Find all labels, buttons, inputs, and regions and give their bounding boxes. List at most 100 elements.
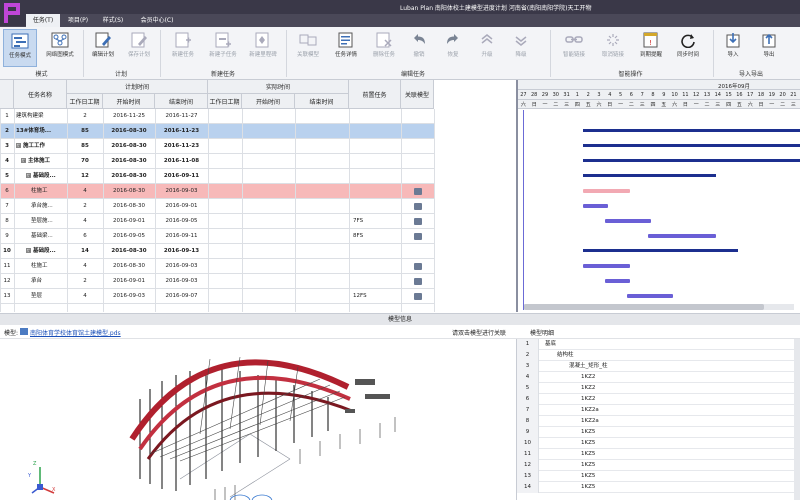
detail-scrollbar[interactable] xyxy=(794,339,800,500)
predecessor[interactable] xyxy=(353,244,399,259)
plan-duration[interactable]: 4 xyxy=(67,184,103,199)
task-name-cell[interactable]: 13#体育场... xyxy=(16,124,67,139)
plan-start[interactable]: 2016-09-01 xyxy=(103,214,155,229)
task-bar[interactable] xyxy=(583,189,630,193)
predecessor[interactable] xyxy=(353,259,399,274)
linked-model-icon[interactable] xyxy=(414,233,422,240)
linked-model-icon[interactable] xyxy=(414,263,422,270)
detail-row[interactable]: 1 基底 xyxy=(517,339,800,350)
due-reminder-button[interactable]: ! 到期提醒 xyxy=(633,29,669,67)
summary-bar[interactable] xyxy=(583,129,800,132)
link-model-button[interactable]: 关联模型 xyxy=(289,29,327,67)
edit-plan-button[interactable]: 编辑计划 xyxy=(86,29,120,67)
detail-row[interactable]: 9 1KZ5 xyxy=(517,427,800,438)
header-plan-start[interactable]: 开始时间 xyxy=(103,94,155,109)
detail-row[interactable]: 6 1KZ2 xyxy=(517,394,800,405)
predecessor[interactable] xyxy=(353,139,399,154)
header-plan-duration[interactable]: 工作日工期 xyxy=(67,94,103,109)
task-name-cell[interactable]: 建筑构建梁 xyxy=(16,109,67,124)
header-actual-end[interactable]: 结束时间 xyxy=(295,94,349,109)
collapse-toggle-icon[interactable]: ⊟ xyxy=(21,158,26,163)
predecessor[interactable] xyxy=(353,109,399,124)
luban-logo[interactable] xyxy=(0,0,26,26)
header-actual-duration[interactable]: 工作日工期 xyxy=(208,94,242,109)
plan-start[interactable]: 2016-08-30 xyxy=(103,199,155,214)
plan-start[interactable]: 2016-09-03 xyxy=(103,289,155,304)
plan-duration[interactable]: 85 xyxy=(67,139,103,154)
summary-bar[interactable] xyxy=(583,249,738,252)
unlink-button[interactable]: 取消链接 xyxy=(594,29,632,67)
plan-duration[interactable]: 85 xyxy=(67,124,103,139)
plan-end[interactable]: 2016-11-23 xyxy=(155,124,208,139)
detail-row[interactable]: 2 结构柱 xyxy=(517,350,800,361)
menu-tab-task[interactable]: 任务(T) xyxy=(26,14,60,27)
linked-model-icon[interactable] xyxy=(414,203,422,210)
predecessor[interactable] xyxy=(353,274,399,289)
gantt-scroll-thumb[interactable] xyxy=(524,304,764,310)
plan-end[interactable]: 2016-11-08 xyxy=(155,154,208,169)
header-predecessor[interactable]: 前置任务 xyxy=(349,80,401,109)
task-name-cell[interactable]: ⊟ 基础段... xyxy=(26,169,67,184)
export-button[interactable]: 导出 xyxy=(752,29,786,67)
task-row[interactable]: 5 ⊟ 基础段... 12 2016-08-30 2016-09-11 xyxy=(0,169,434,184)
detail-row[interactable]: 11 1KZ5 xyxy=(517,449,800,460)
task-row[interactable]: 11 柱施工 4 2016-08-30 2016-09-03 xyxy=(0,259,434,274)
plan-start[interactable]: 2016-08-30 xyxy=(103,139,155,154)
task-detail-button[interactable]: 任务详情 xyxy=(327,29,365,67)
linked-model-icon[interactable] xyxy=(414,278,422,285)
plan-end[interactable]: 2016-09-11 xyxy=(155,229,208,244)
plan-duration[interactable]: 14 xyxy=(67,244,103,259)
plan-end[interactable]: 2016-09-01 xyxy=(155,199,208,214)
plan-start[interactable]: 2016-08-30 xyxy=(103,154,155,169)
predecessor[interactable] xyxy=(353,199,399,214)
plan-end[interactable]: 2016-09-07 xyxy=(155,289,208,304)
gantt-scrollbar[interactable] xyxy=(524,304,794,310)
plan-start[interactable]: 2016-08-30 xyxy=(103,184,155,199)
plan-end[interactable]: 2016-11-23 xyxy=(155,139,208,154)
detail-row[interactable]: 5 1KZ2 xyxy=(517,383,800,394)
menu-tab-member[interactable]: 会员中心(C) xyxy=(132,14,182,27)
plan-duration[interactable]: 2 xyxy=(67,109,103,124)
task-name-cell[interactable]: 承台施... xyxy=(31,199,67,214)
task-row[interactable]: 7 承台施... 2 2016-08-30 2016-09-01 xyxy=(0,199,434,214)
plan-end[interactable]: 2016-09-13 xyxy=(155,244,208,259)
detail-row[interactable]: 14 1KZ5 xyxy=(517,482,800,493)
plan-start[interactable]: 2016-08-30 xyxy=(103,244,155,259)
new-milestone-button[interactable]: 新建里程碑 xyxy=(243,29,283,67)
predecessor[interactable]: 7FS xyxy=(353,214,399,229)
task-row[interactable]: 3 ⊟ 施工工作 85 2016-08-30 2016-11-23 xyxy=(0,139,434,154)
plan-end[interactable]: 2016-09-03 xyxy=(155,259,208,274)
plan-start[interactable]: 2016-08-30 xyxy=(103,124,155,139)
linked-model-icon[interactable] xyxy=(414,293,422,300)
plan-start[interactable]: 2016-09-05 xyxy=(103,229,155,244)
plan-duration[interactable]: 4 xyxy=(67,259,103,274)
plan-start[interactable]: 2016-11-25 xyxy=(103,109,155,124)
task-bar[interactable] xyxy=(626,294,673,298)
model-3d-view[interactable]: Z Y X xyxy=(0,339,516,500)
predecessor[interactable]: 12FS xyxy=(353,289,399,304)
task-name-cell[interactable]: 承台 xyxy=(31,274,67,289)
task-row[interactable]: 13 垫层 4 2016-09-03 2016-09-07 12FS xyxy=(0,289,434,304)
summary-bar[interactable] xyxy=(583,144,800,147)
downgrade-button[interactable]: 降级 xyxy=(505,29,537,67)
plan-end[interactable]: 2016-09-05 xyxy=(155,214,208,229)
task-bar[interactable] xyxy=(605,219,652,223)
task-row[interactable]: 4 ⊟ 主体施工 70 2016-08-30 2016-11-08 xyxy=(0,154,434,169)
save-plan-button[interactable]: 保存计划 xyxy=(122,29,156,67)
detail-row[interactable]: 7 1KZ2a xyxy=(517,405,800,416)
new-task-button[interactable]: 新建任务 xyxy=(163,29,203,67)
import-button[interactable]: 导入 xyxy=(716,29,750,67)
smart-link-button[interactable]: 智能链接 xyxy=(555,29,593,67)
detail-row[interactable]: 13 1KZ5 xyxy=(517,471,800,482)
summary-bar[interactable] xyxy=(583,174,716,177)
detail-row[interactable]: 3 混凝土_矩形_柱 xyxy=(517,361,800,372)
task-name-cell[interactable]: 垫层施... xyxy=(31,214,67,229)
detail-row[interactable]: 10 1KZ5 xyxy=(517,438,800,449)
header-task-name[interactable]: 任务名称 xyxy=(14,80,67,109)
menu-tab-project[interactable]: 项目(P) xyxy=(62,14,94,27)
network-mode-button[interactable]: 网络图模式 xyxy=(40,29,80,67)
task-name-cell[interactable]: ⊟ 主体施工 xyxy=(21,154,67,169)
task-row[interactable]: 8 垫层施... 4 2016-09-01 2016-09-05 7FS xyxy=(0,214,434,229)
axis-gizmo[interactable]: Z Y X xyxy=(28,457,60,497)
task-row[interactable]: 9 基础梁... 6 2016-09-05 2016-09-11 8FS xyxy=(0,229,434,244)
